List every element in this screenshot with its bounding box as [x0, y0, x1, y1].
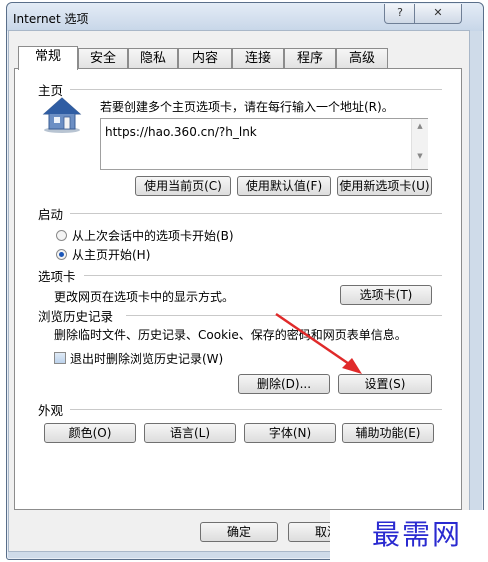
homepage-instruction: 若要创建多个主页选项卡，请在每行输入一个地址(R)。	[100, 100, 394, 114]
use-new-tab-button[interactable]: 使用新选项卡(U)	[337, 176, 432, 196]
tab-general[interactable]: 常规	[18, 46, 78, 70]
startup-divider	[70, 213, 442, 214]
tab-content[interactable]: 内容	[178, 48, 232, 68]
ok-button[interactable]: 确定	[200, 522, 278, 542]
use-default-button[interactable]: 使用默认值(F)	[237, 176, 331, 196]
history-section-label: 浏览历史记录	[38, 309, 114, 324]
startup-last-session-label[interactable]: 从上次会话中的选项卡开始(B)	[72, 227, 234, 244]
startup-homepage-label[interactable]: 从主页开始(H)	[72, 246, 150, 263]
tabs-divider	[84, 275, 442, 276]
delete-on-exit-checkbox[interactable]	[54, 352, 66, 364]
startup-homepage-radio[interactable]	[56, 249, 67, 260]
tabs-section-label: 选项卡	[38, 269, 76, 284]
close-button[interactable]: ✕	[414, 4, 462, 24]
homepage-url-text: https://hao.360.cn/?h_lnk	[105, 125, 257, 139]
accessibility-button[interactable]: 辅助功能(E)	[342, 423, 434, 443]
fonts-button[interactable]: 字体(N)	[244, 423, 336, 443]
startup-section-label: 启动	[38, 207, 64, 222]
tabs-description: 更改网页在选项卡中的显示方式。	[54, 290, 235, 304]
title-bar[interactable]: Internet 选项 ? ✕	[7, 3, 483, 31]
tab-privacy[interactable]: 隐私	[128, 48, 178, 68]
homepage-url-textarea[interactable]: https://hao.360.cn/?h_lnk ▲ ▼	[100, 118, 428, 170]
scroll-down-icon[interactable]: ▼	[412, 152, 428, 160]
appearance-divider	[70, 409, 442, 410]
tabs-settings-button[interactable]: 选项卡(T)	[340, 285, 432, 305]
red-arrow-annotation	[275, 312, 362, 374]
use-current-button[interactable]: 使用当前页(C)	[135, 176, 231, 196]
languages-button[interactable]: 语言(L)	[144, 423, 236, 443]
tab-advanced[interactable]: 高级	[336, 48, 388, 68]
startup-last-session-radio[interactable]	[56, 230, 67, 241]
tab-connections[interactable]: 连接	[232, 48, 284, 68]
home-icon	[42, 97, 82, 133]
appearance-section-label: 外观	[38, 403, 64, 418]
window-title: Internet 选项	[13, 12, 89, 26]
watermark-text: 最需网	[372, 518, 463, 551]
homepage-divider	[70, 89, 442, 90]
tab-programs[interactable]: 程序	[284, 48, 336, 68]
tab-security[interactable]: 安全	[78, 48, 128, 68]
help-button[interactable]: ?	[384, 4, 416, 24]
url-scrollbar[interactable]: ▲ ▼	[411, 119, 428, 169]
scroll-up-icon[interactable]: ▲	[412, 122, 428, 130]
colors-button[interactable]: 颜色(O)	[44, 423, 136, 443]
help-icon: ?	[397, 6, 403, 19]
delete-on-exit-label[interactable]: 退出时删除浏览历史记录(W)	[70, 350, 223, 367]
close-icon: ✕	[433, 6, 443, 19]
